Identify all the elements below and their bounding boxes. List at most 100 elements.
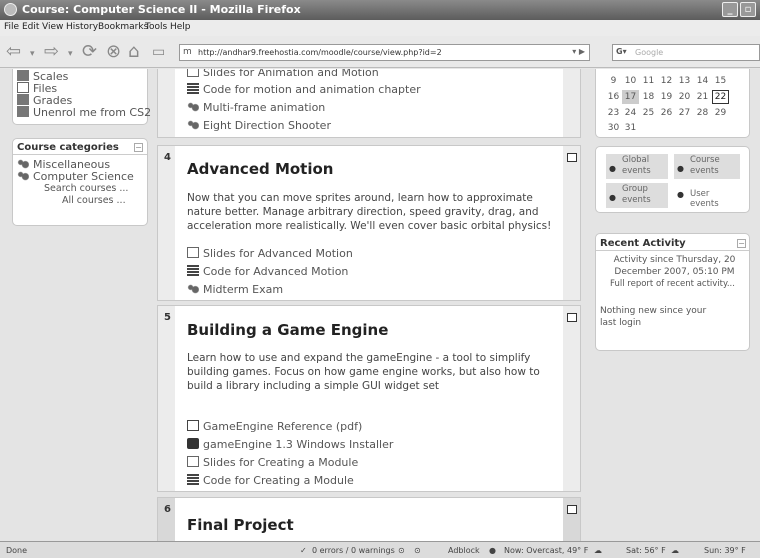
forum-link[interactable]: Eight Direction Shooter (187, 119, 331, 132)
highlight-checkbox-icon[interactable] (567, 505, 577, 514)
forum-link[interactable]: Midterm Exam (187, 283, 283, 296)
calendar-day[interactable]: 27 (676, 108, 693, 118)
calendar-day[interactable]: 26 (658, 108, 675, 118)
calendar-day[interactable]: 10 (622, 76, 639, 86)
admin-item-unenrol[interactable]: Unenrol me from CS2 (17, 106, 151, 119)
calendar-day[interactable]: 15 (712, 76, 729, 86)
resource-link[interactable]: Slides for Creating a Module (187, 456, 358, 469)
screenshot-icon[interactable]: ▭ (152, 44, 165, 60)
google-search-icon[interactable]: G▾ (616, 47, 627, 56)
forum-icon (187, 101, 199, 112)
url-bar[interactable]: m http://andhar9.freehostia.com/moodle/c… (179, 44, 590, 61)
calendar-day[interactable]: 11 (640, 76, 657, 86)
calendar-day[interactable]: 29 (712, 108, 729, 118)
resource-link[interactable]: GameEngine Reference (pdf) (187, 420, 362, 433)
extension-icon[interactable]: ⊙ (414, 546, 421, 555)
calendar-day[interactable]: 21 (694, 92, 711, 102)
section-number: 4 (164, 152, 171, 163)
pdf-icon (187, 420, 199, 431)
forum-link[interactable]: Multi-frame animation (187, 101, 325, 114)
calendar-day[interactable]: 16 (605, 92, 622, 102)
resource-link[interactable]: Slides for Advanced Motion (187, 247, 353, 260)
calendar-day[interactable]: 14 (694, 76, 711, 86)
search-courses-link[interactable]: Search courses ... (44, 183, 128, 194)
full-report-link[interactable]: Full report of recent activity... (600, 279, 745, 289)
menu-edit[interactable]: Edit (22, 22, 39, 32)
menu-help[interactable]: Help (170, 22, 191, 32)
calendar-day[interactable]: 25 (640, 108, 657, 118)
collapse-icon[interactable]: − (134, 143, 143, 152)
slides-icon (187, 247, 199, 258)
site-favicon-icon: m (183, 47, 192, 57)
extension-icon[interactable]: ⊙ (398, 546, 405, 555)
url-dropdown-icon[interactable]: ▾ ▶ (572, 47, 585, 56)
resource-link[interactable]: Code for motion and animation chapter (187, 83, 421, 96)
forum-icon (187, 283, 199, 294)
calendar-day[interactable]: 20 (676, 92, 693, 102)
menu-file[interactable]: File (4, 22, 19, 32)
section-side (158, 69, 175, 137)
category-computer-science[interactable]: Computer Science (17, 170, 134, 183)
code-icon (187, 83, 199, 94)
calendar-day[interactable]: 22 (712, 90, 729, 104)
calendar-block: 9 10 11 12 13 14 15 16 17 18 19 20 21 22 23 24 25 26 27 28 2… (595, 69, 750, 138)
calendar-day[interactable]: 13 (676, 76, 693, 86)
resource-link[interactable]: Code for Advanced Motion (187, 265, 348, 278)
menu-history[interactable]: History (66, 22, 98, 32)
reload-icon[interactable]: ⟳ (82, 41, 97, 62)
maximize-icon[interactable]: ▫ (740, 2, 756, 17)
section-side (563, 306, 580, 491)
group-events-key[interactable]: ● Group events (606, 183, 668, 208)
calendar-day[interactable]: 18 (640, 92, 657, 102)
collapse-icon[interactable]: − (737, 239, 746, 248)
menu-tools[interactable]: Tools (145, 22, 167, 32)
home-icon[interactable]: ⌂ (128, 41, 139, 62)
weather-now: Now: Overcast, 49° F (504, 546, 589, 555)
resource-link[interactable]: Slides for Animation and Motion (187, 69, 379, 79)
calendar-day[interactable]: 23 (605, 108, 622, 118)
section-number: 6 (164, 504, 171, 515)
stop-icon[interactable]: ⊗ (106, 41, 121, 62)
status-bar: Done ✓ 0 errors / 0 warnings ⊙ ⊙ Adblock… (0, 541, 760, 558)
resource-link[interactable]: Code for Creating a Module (187, 474, 354, 487)
menu-view[interactable]: View (42, 22, 63, 32)
all-courses-link[interactable]: All courses ... (62, 195, 126, 206)
section-side (158, 146, 175, 300)
status-text: Done (6, 546, 28, 555)
global-events-icon: ● (609, 164, 616, 173)
calendar-day[interactable]: 28 (694, 108, 711, 118)
forward-dropdown-icon[interactable]: ▾ (68, 49, 73, 59)
calendar-day[interactable]: 9 (605, 76, 622, 86)
menu-bookmarks[interactable]: Bookmarks (98, 22, 148, 32)
validator-status[interactable]: 0 errors / 0 warnings (312, 546, 395, 555)
validator-icon[interactable]: ✓ (300, 546, 307, 555)
unenrol-icon (17, 106, 29, 117)
code-icon (187, 474, 199, 485)
calendar-day[interactable]: 31 (622, 123, 639, 133)
resource-link[interactable]: gameEngine 1.3 Windows Installer (187, 438, 393, 451)
forward-icon[interactable]: ⇨ (44, 41, 59, 62)
events-key-block: ● Global events ● Course events ● Group … (595, 146, 750, 213)
user-events-key[interactable]: ● User events (674, 183, 740, 209)
page-content: Scales Files Grades Unenrol me from CS2 … (0, 69, 760, 541)
calendar-day[interactable]: 19 (658, 92, 675, 102)
calendar-day[interactable]: 24 (622, 108, 639, 118)
highlight-checkbox-icon[interactable] (567, 153, 577, 162)
highlight-checkbox-icon[interactable] (567, 313, 577, 322)
adblock-label[interactable]: Adblock (448, 546, 480, 555)
slides-icon (187, 69, 199, 77)
section-description: Learn how to use and expand the gameEngi… (187, 352, 540, 392)
search-bar[interactable]: G▾ Google (612, 44, 760, 61)
calendar-day[interactable]: 17 (622, 90, 639, 104)
activity-since-text: Activity since Thursday, 20 December 200… (613, 255, 736, 277)
back-icon[interactable]: ⇦ (6, 41, 21, 62)
minimize-icon[interactable]: _ (722, 2, 738, 17)
forum-icon (187, 119, 199, 130)
course-events-key[interactable]: ● Course events (674, 154, 740, 179)
window-title: Course: Computer Science II - Mozilla Fi… (22, 3, 301, 16)
back-dropdown-icon[interactable]: ▾ (30, 49, 35, 59)
calendar-day[interactable]: 12 (658, 76, 675, 86)
global-events-key[interactable]: ● Global events (606, 154, 668, 179)
calendar-day[interactable]: 30 (605, 123, 622, 133)
section-side (158, 306, 175, 491)
